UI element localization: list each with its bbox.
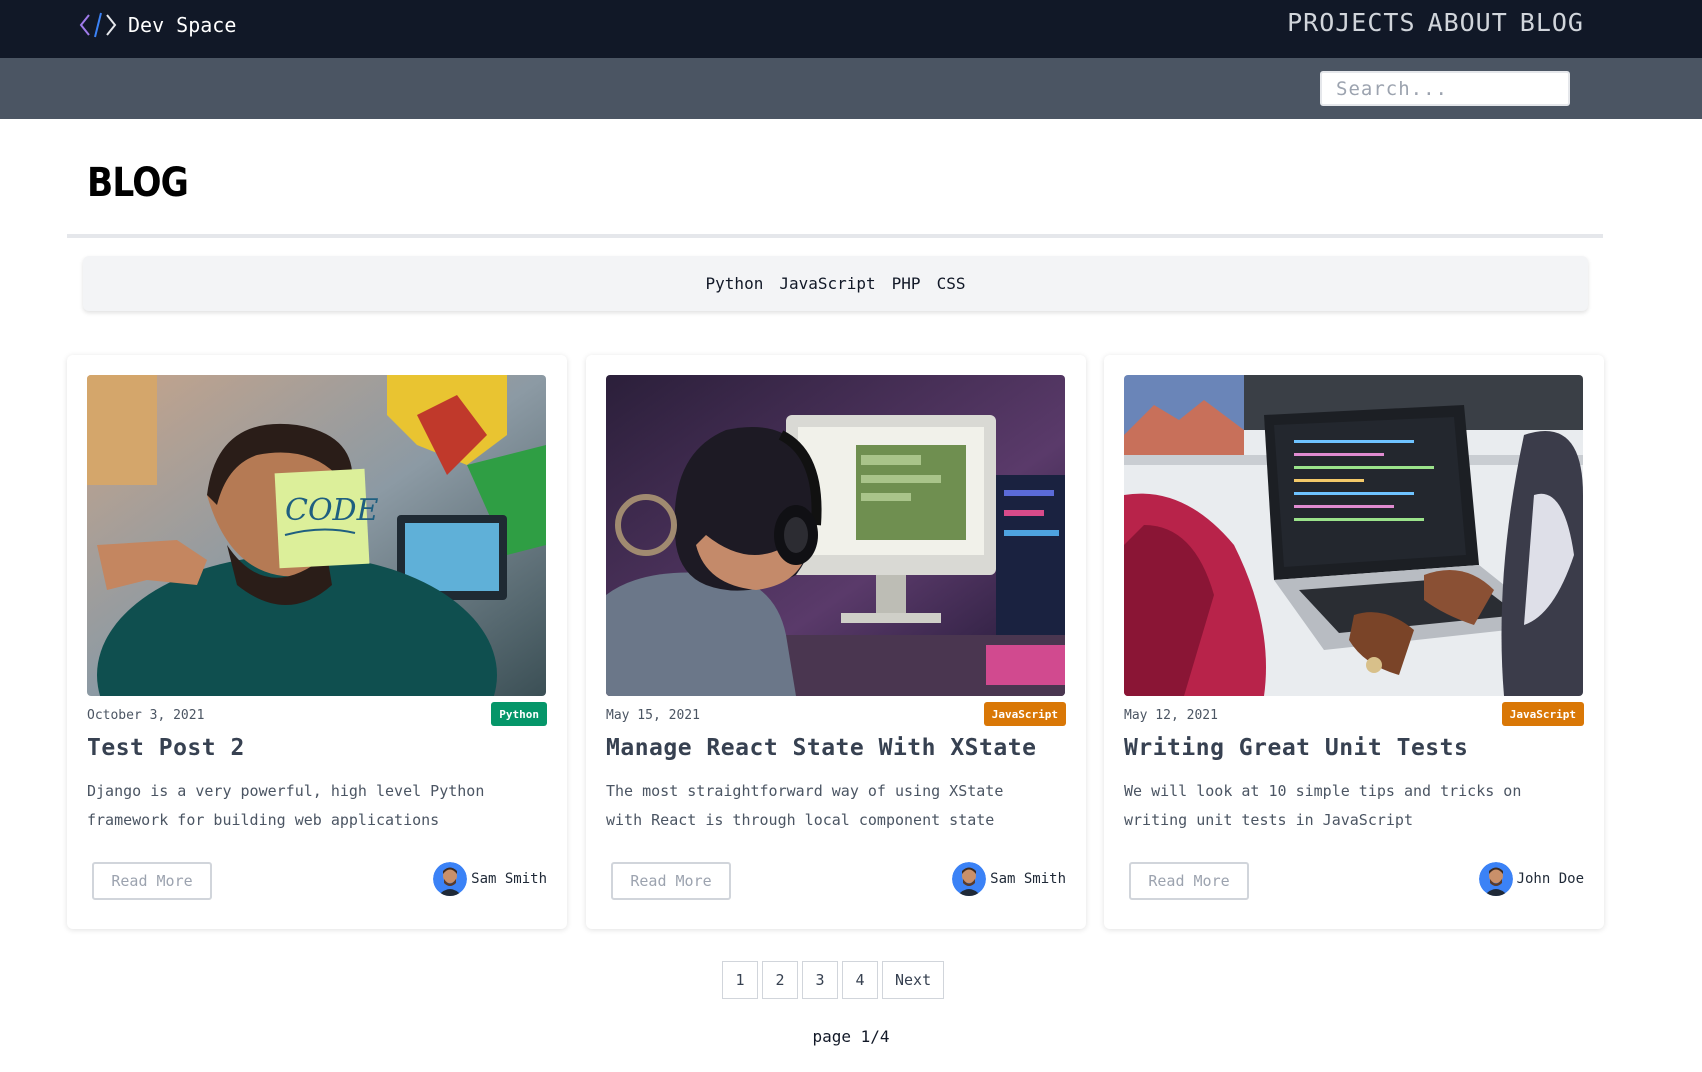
- category-link-python[interactable]: Python: [706, 274, 764, 293]
- next-page-button[interactable]: Next: [882, 961, 945, 999]
- avatar: [433, 862, 468, 896]
- author-name: John Doe: [1516, 871, 1584, 887]
- post-date: May 15, 2021: [606, 708, 700, 723]
- post-author: Sam Smith: [952, 861, 1066, 897]
- category-badge[interactable]: Python: [491, 702, 547, 726]
- code-brackets-icon: [79, 12, 117, 38]
- post-title[interactable]: Manage React State With XState: [606, 735, 1036, 761]
- post-excerpt: Django is a very powerful, high level Py…: [87, 782, 485, 829]
- search-bar: [0, 58, 1702, 119]
- search-input[interactable]: [1320, 71, 1570, 106]
- post-card: May 12, 2021 JavaScript Writing Great Un…: [1104, 355, 1604, 929]
- pagination: 1 2 3 4 Next: [722, 961, 945, 999]
- post-image[interactable]: CODE: [87, 375, 546, 696]
- brand-name: Dev Space: [128, 13, 237, 37]
- post-author: Sam Smith: [433, 861, 547, 897]
- nav-link-blog[interactable]: BLOG: [1520, 8, 1584, 37]
- category-badge[interactable]: JavaScript: [1501, 702, 1584, 726]
- read-more-button[interactable]: Read More: [611, 862, 731, 900]
- post-date: May 12, 2021: [1124, 708, 1218, 723]
- post-card: CODE October 3, 2021 Python Test Post 2 …: [67, 355, 567, 929]
- laptop-with-code-photo: [1124, 375, 1583, 696]
- title-divider: [67, 234, 1603, 238]
- post-image[interactable]: [606, 375, 1065, 696]
- page-title: BLOG: [87, 160, 189, 206]
- nav-link-about[interactable]: ABOUT: [1428, 8, 1508, 37]
- man-holding-code-note-photo: CODE: [87, 375, 546, 696]
- category-link-php[interactable]: PHP: [892, 274, 921, 293]
- page-status: page 1/4: [812, 1027, 890, 1046]
- post-author: John Doe: [1478, 861, 1584, 897]
- page-button-4[interactable]: 4: [842, 961, 878, 999]
- read-more-button[interactable]: Read More: [1129, 862, 1249, 900]
- post-image[interactable]: [1124, 375, 1583, 696]
- page-button-1[interactable]: 1: [722, 961, 758, 999]
- category-badge[interactable]: JavaScript: [983, 702, 1066, 726]
- category-link-javascript[interactable]: JavaScript: [779, 274, 875, 293]
- main-nav: PROJECTS ABOUT BLOG: [1287, 8, 1584, 37]
- read-more-button[interactable]: Read More: [92, 862, 212, 900]
- page-button-2[interactable]: 2: [762, 961, 798, 999]
- post-card: May 15, 2021 JavaScript Manage React Sta…: [586, 355, 1086, 929]
- post-excerpt: We will look at 10 simple tips and trick…: [1124, 782, 1522, 829]
- category-link-css[interactable]: CSS: [937, 274, 966, 293]
- post-title[interactable]: Writing Great Unit Tests: [1124, 735, 1468, 761]
- brand-logo-link[interactable]: Dev Space: [78, 10, 236, 40]
- post-title[interactable]: Test Post 2: [87, 735, 245, 761]
- author-name: Sam Smith: [471, 871, 547, 887]
- avatar: [952, 862, 987, 896]
- post-excerpt: The most straightforward way of using XS…: [606, 782, 1004, 829]
- top-navbar: Dev Space PROJECTS ABOUT BLOG: [0, 0, 1702, 58]
- avatar: [1478, 862, 1513, 896]
- page-button-3[interactable]: 3: [802, 961, 838, 999]
- author-name: Sam Smith: [990, 871, 1066, 887]
- nav-link-projects[interactable]: PROJECTS: [1287, 8, 1415, 37]
- developer-with-headphones-photo: [606, 375, 1065, 696]
- svg-text:CODE: CODE: [285, 493, 379, 528]
- post-date: October 3, 2021: [87, 708, 205, 723]
- category-bar: Python JavaScript PHP CSS: [83, 256, 1588, 311]
